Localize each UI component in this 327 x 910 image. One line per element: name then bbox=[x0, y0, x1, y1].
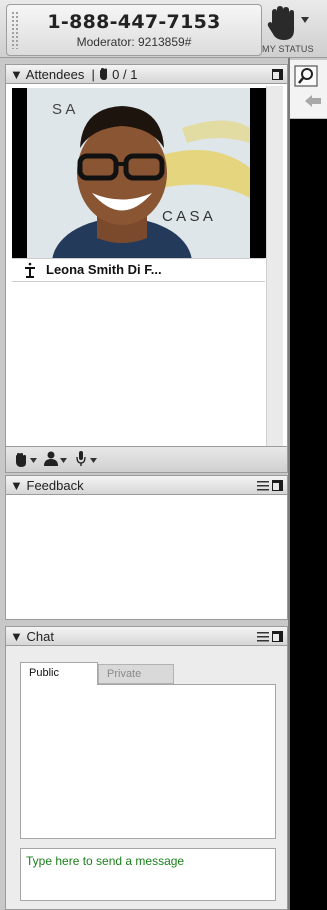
chat-panel-header[interactable]: ▼ Chat bbox=[5, 626, 288, 646]
maximize-icon[interactable] bbox=[272, 69, 283, 80]
back-arrow-icon[interactable] bbox=[304, 94, 322, 108]
tab-public[interactable]: Public bbox=[20, 662, 98, 685]
conference-info-box: 1-888-447-7153 Moderator: 9213859# bbox=[6, 4, 262, 56]
presentation-toolbar bbox=[290, 60, 327, 119]
attendee-photo: S A C A S A bbox=[12, 88, 267, 258]
dropdown-arrow-icon[interactable] bbox=[90, 458, 97, 463]
presenter-podium-icon bbox=[25, 262, 35, 278]
raise-hand-icon bbox=[267, 6, 294, 40]
raise-hand-icon[interactable] bbox=[14, 452, 28, 467]
magnify-icon[interactable] bbox=[294, 65, 318, 87]
collapse-arrow-icon[interactable]: ▼ bbox=[10, 478, 23, 493]
person-icon[interactable] bbox=[44, 451, 58, 466]
chat-title: Chat bbox=[26, 629, 54, 644]
dropdown-arrow-icon bbox=[301, 17, 309, 23]
list-icon[interactable] bbox=[257, 631, 269, 642]
chat-message-input[interactable]: Type here to send a message bbox=[20, 848, 276, 901]
feedback-panel-header[interactable]: ▼ Feedback bbox=[5, 475, 288, 495]
list-icon[interactable] bbox=[257, 480, 269, 491]
moderator-code: Moderator: 9213859# bbox=[76, 35, 192, 49]
raise-hand-icon bbox=[99, 68, 107, 80]
presentation-area bbox=[290, 60, 327, 910]
logo-text-right: C A S A bbox=[162, 208, 213, 225]
conference-toolbar: 1-888-447-7153 Moderator: 9213859# MY ST… bbox=[0, 0, 327, 58]
feedback-title: Feedback bbox=[26, 478, 84, 493]
logo-text-left: S A bbox=[52, 101, 75, 118]
feedback-header-title: ▼ Feedback bbox=[10, 478, 84, 493]
attendee-name: Leona Smith Di F... bbox=[46, 262, 162, 277]
maximize-icon[interactable] bbox=[272, 480, 283, 491]
hands-raised-count: 0 / 1 bbox=[112, 67, 138, 82]
feedback-content bbox=[5, 495, 288, 620]
dial-in-number: 1-888-447-7153 bbox=[47, 11, 221, 33]
dropdown-arrow-icon[interactable] bbox=[60, 458, 67, 463]
attendee-row[interactable]: Leona Smith Di F... bbox=[12, 258, 265, 282]
attendees-header-title: ▼ Attendees | 0 / 1 bbox=[10, 67, 138, 82]
chat-message-list[interactable] bbox=[20, 684, 276, 839]
collapse-arrow-icon[interactable]: ▼ bbox=[10, 67, 23, 82]
attendees-toolbar bbox=[5, 447, 288, 473]
dropdown-arrow-icon[interactable] bbox=[30, 458, 37, 463]
maximize-icon[interactable] bbox=[272, 631, 283, 642]
attendees-scrollbar[interactable] bbox=[266, 86, 283, 446]
microphone-icon[interactable] bbox=[76, 451, 86, 467]
collapse-arrow-icon[interactable]: ▼ bbox=[10, 629, 23, 644]
my-status-label: MY STATUS bbox=[262, 44, 314, 54]
attendees-panel-header[interactable]: ▼ Attendees | 0 / 1 bbox=[5, 64, 288, 84]
attendees-title: Attendees bbox=[25, 67, 85, 82]
chat-header-title: ▼ Chat bbox=[10, 629, 54, 644]
attendee-video[interactable]: S A C A S A bbox=[12, 88, 267, 258]
tab-private[interactable]: Private bbox=[98, 664, 174, 684]
my-status-button[interactable]: MY STATUS bbox=[262, 2, 327, 56]
